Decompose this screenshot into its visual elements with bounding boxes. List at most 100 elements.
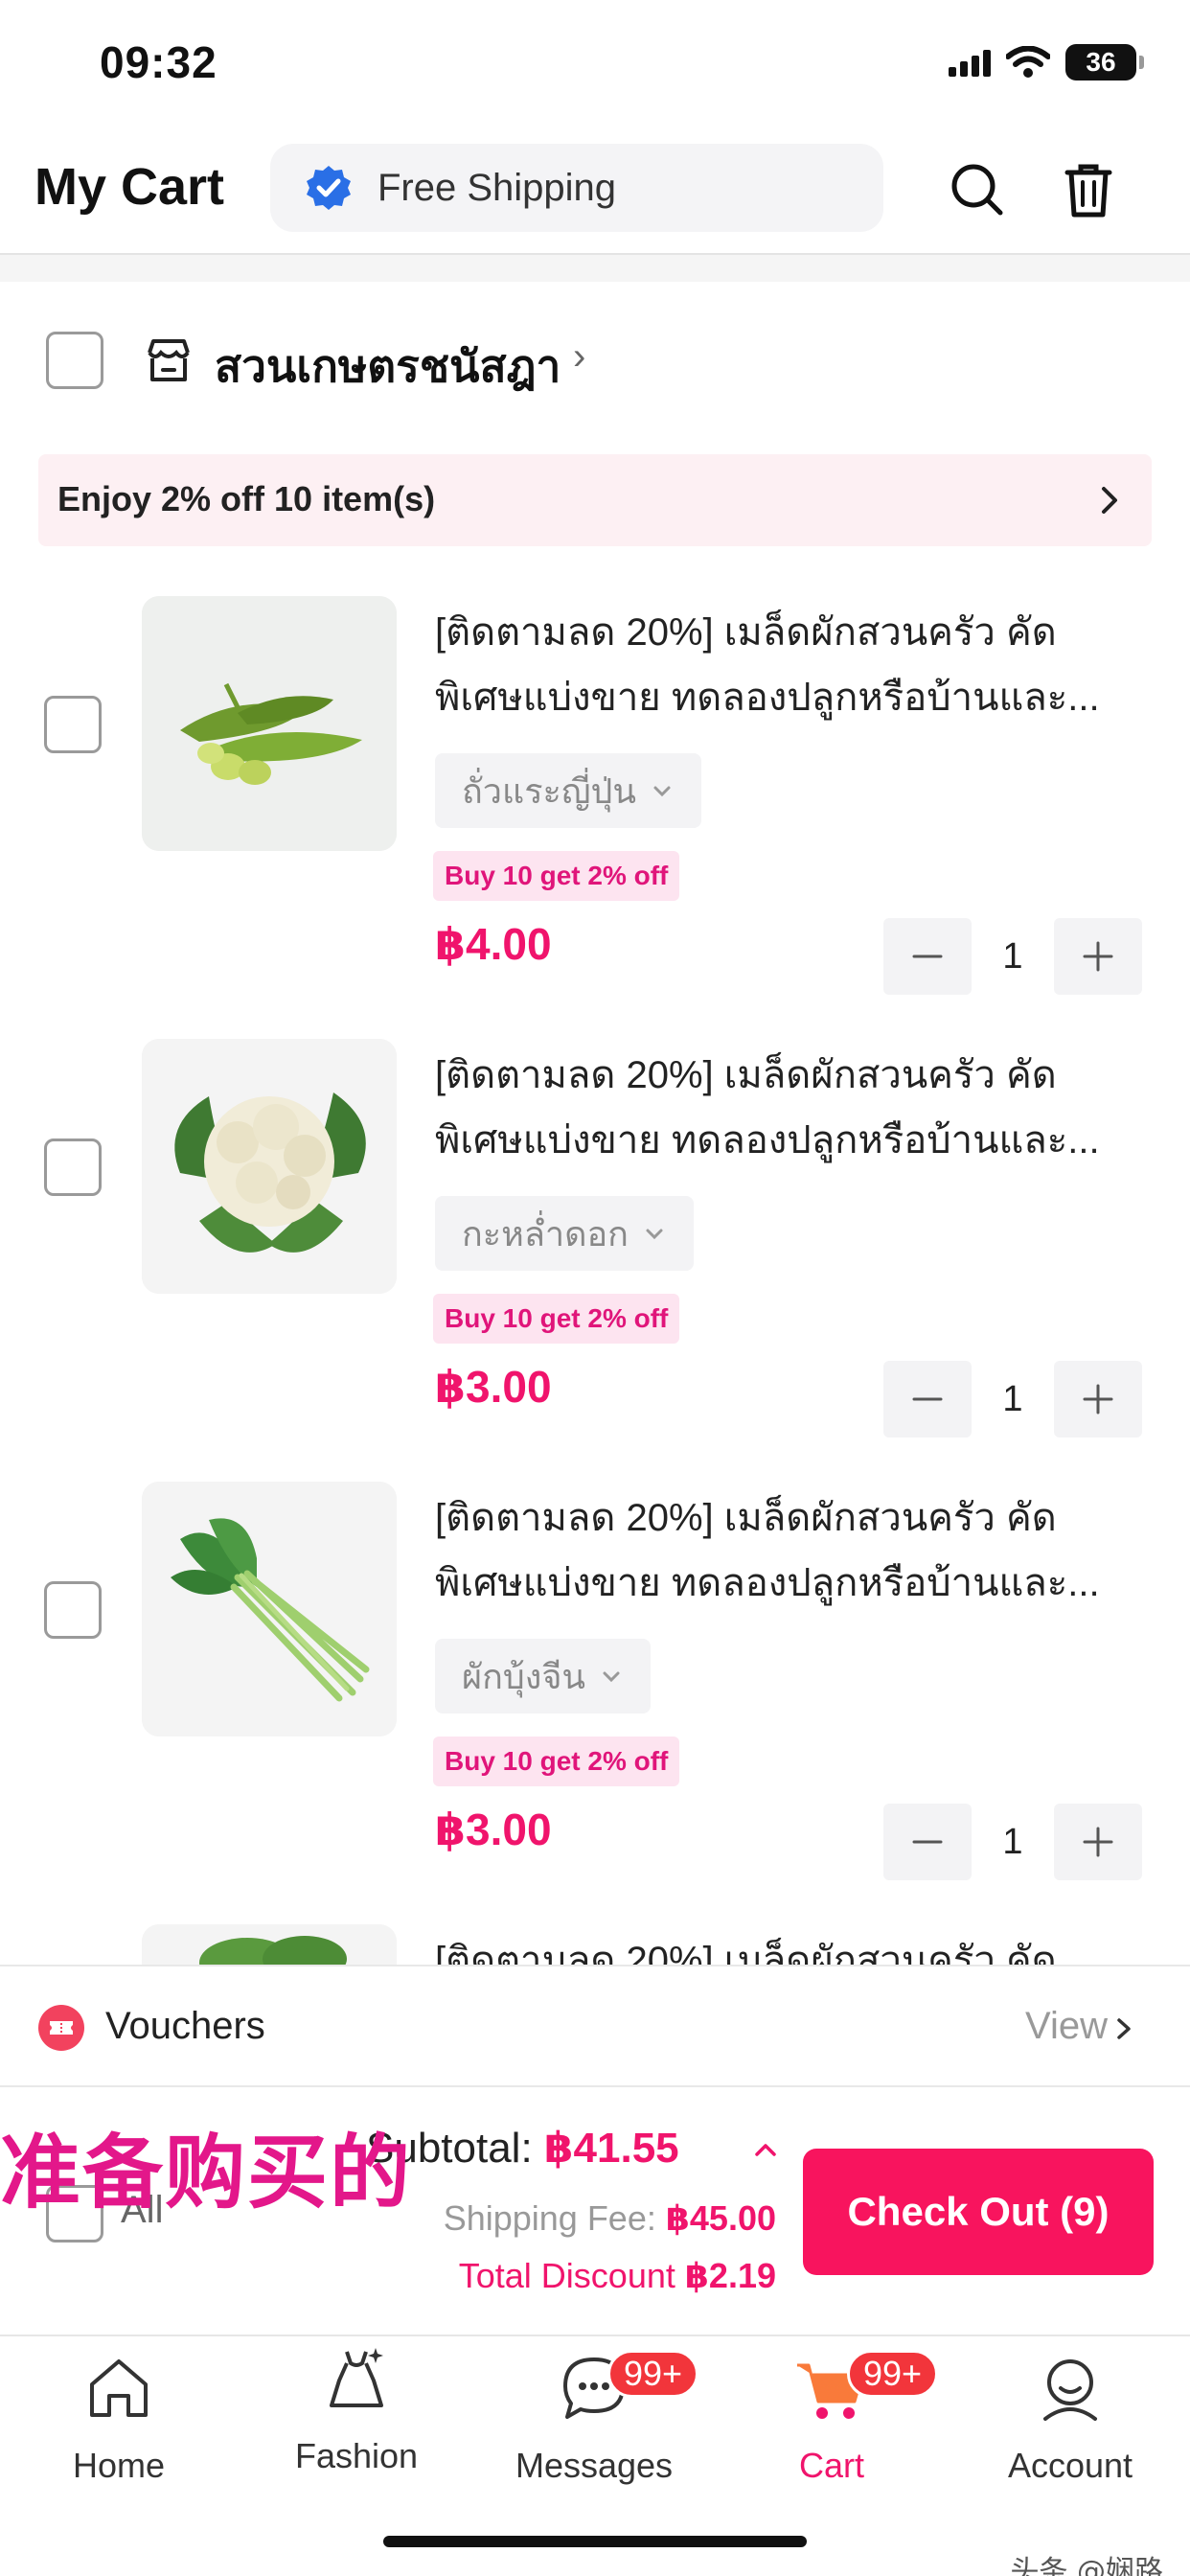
quantity-decrease-button[interactable] (883, 918, 972, 995)
edamame-image[interactable] (142, 596, 397, 851)
plus-icon (1083, 941, 1113, 972)
store-icon (148, 339, 190, 381)
tab-home[interactable]: Home (0, 2336, 238, 2509)
quantity-increase-button[interactable] (1054, 1361, 1142, 1438)
user-icon (1043, 2359, 1097, 2421)
home-icon (90, 2359, 148, 2417)
store-name[interactable]: สวนเกษตรชนัสฎา (215, 332, 561, 402)
variant-label: ผักบุ้งจีน (462, 1656, 586, 1696)
cart-item: [ติดตามลด 20%] เมล็ดผักสวนครัว คัดพิเศษแ… (0, 596, 1190, 1037)
cart-item: [ติดตามลด 20%] เมล็ดผักสวนครัว คัดพิเศษแ… (0, 1039, 1190, 1480)
variant-selector[interactable]: ผักบุ้งจีน (435, 1639, 652, 1714)
minus-icon (912, 1840, 943, 1844)
chevron-down-icon (653, 786, 671, 797)
deal-badge: Buy 10 get 2% off (433, 851, 680, 901)
item-checkbox[interactable] (44, 1581, 102, 1639)
signal-icon (949, 48, 991, 77)
quantity-value[interactable]: 1 (972, 918, 1054, 995)
minus-icon (912, 1397, 943, 1401)
corner-watermark: 头条 @娴路 (1010, 2555, 1163, 2576)
item-title[interactable]: [ติดตามลด 20%] เมล็ดผักสวนครัว คัดพิเศษแ… (435, 1043, 1134, 1173)
store-checkbox[interactable] (46, 332, 103, 389)
subtotal-value: ฿41.55 (543, 2125, 679, 2172)
dress-icon (330, 2348, 383, 2407)
quantity-value[interactable]: 1 (972, 1804, 1054, 1880)
vouchers-label: Vouchers (105, 2005, 265, 2047)
chevron-right-icon (1102, 487, 1117, 514)
cauliflower-image[interactable] (142, 1039, 397, 1294)
checkout-bar: All Subtotal: ฿41.55 Shipping Fee: ฿45.0… (0, 2089, 1190, 2333)
status-time: 09:32 (100, 37, 217, 87)
chevron-down-icon (603, 1671, 620, 1683)
battery-icon: 36 (1065, 44, 1144, 80)
tab-cart[interactable]: 99+ Cart (713, 2336, 950, 2509)
vouchers-view-link[interactable]: View (1025, 2005, 1108, 2048)
chevron-right-icon[interactable] (1108, 2012, 1140, 2045)
item-price: ฿4.00 (435, 919, 552, 969)
tab-label: Fashion (294, 2436, 419, 2475)
variant-selector[interactable]: ถั่วแระญี่ปุ่น (435, 753, 702, 828)
chevron-up-icon[interactable] (751, 2135, 780, 2164)
variant-label: กะหล่ำดอก (462, 1213, 629, 1254)
variant-selector[interactable]: กะหล่ำดอก (435, 1196, 694, 1271)
verified-badge-icon (307, 166, 351, 210)
quantity-value[interactable]: 1 (972, 1361, 1054, 1438)
page-title: My Cart (34, 158, 225, 216)
voucher-icon (38, 2005, 84, 2051)
trash-icon[interactable] (1058, 159, 1119, 220)
tab-fashion[interactable]: Fashion (238, 2336, 475, 2509)
store-row: สวนเกษตรชนัสฎา › (0, 316, 1190, 402)
wifi-icon (1006, 46, 1050, 78)
morning-glory-image[interactable] (142, 1482, 397, 1736)
item-price: ฿3.00 (435, 1362, 552, 1412)
tab-label: Home (72, 2446, 166, 2485)
item-title[interactable]: [ติดตามลด 20%] เมล็ดผักสวนครัว คัด (435, 1928, 1134, 1965)
tab-label: Messages (515, 2446, 674, 2485)
chevron-down-icon (646, 1229, 663, 1240)
free-shipping-banner[interactable]: Free Shipping (270, 144, 883, 232)
cart-item: [ติดตามลด 20%] เมล็ดผักสวนครัว คัดพิเศษแ… (0, 1482, 1190, 1922)
cart-badge: 99+ (847, 2350, 939, 2398)
shipping-fee-label: Shipping Fee: (443, 2198, 666, 2238)
shipping-fee-value: ฿45.00 (665, 2198, 776, 2238)
quantity-increase-button[interactable] (1054, 1804, 1142, 1880)
deal-badge: Buy 10 get 2% off (433, 1736, 680, 1786)
store-promo-text: Enjoy 2% off 10 item(s) (57, 479, 436, 518)
product-image[interactable] (142, 1924, 397, 1965)
status-icons: 36 (949, 44, 1144, 80)
item-price: ฿3.00 (435, 1805, 552, 1854)
minus-icon (912, 954, 943, 958)
messages-badge: 99+ (607, 2350, 699, 2398)
subtotal: Subtotal: ฿41.55 (366, 2124, 679, 2173)
item-title[interactable]: [ติดตามลด 20%] เมล็ดผักสวนครัว คัดพิเศษแ… (435, 1485, 1134, 1616)
tab-account[interactable]: Account (950, 2336, 1190, 2509)
tab-label: Account (1007, 2446, 1133, 2485)
search-icon[interactable] (947, 159, 1008, 220)
checkout-button[interactable]: Check Out (9) (803, 2149, 1154, 2275)
store-promo-bar[interactable]: Enjoy 2% off 10 item(s) (38, 454, 1152, 546)
item-checkbox[interactable] (44, 1138, 102, 1196)
status-bar: 09:32 36 (0, 0, 1190, 125)
tab-label: Cart (798, 2446, 864, 2485)
free-shipping-label: Free Shipping (378, 166, 617, 209)
plus-icon (1083, 1827, 1113, 1857)
overlay-annotation-text: 准备购买的 (0, 2126, 413, 2220)
quantity-increase-button[interactable] (1054, 918, 1142, 995)
total-discount-label: Total Discount (458, 2256, 685, 2295)
section-gap (0, 255, 1190, 282)
tab-messages[interactable]: 99+ Messages (475, 2336, 713, 2509)
deal-badge: Buy 10 get 2% off (433, 1294, 680, 1344)
cart-item: [ติดตามลด 20%] เมล็ดผักสวนครัว คัด (0, 1924, 1190, 1965)
variant-label: ถั่วแระญี่ปุ่น (462, 770, 637, 811)
home-indicator[interactable] (383, 2536, 807, 2547)
total-discount: Total Discount ฿2.19 (459, 2256, 776, 2296)
total-discount-value: ฿2.19 (684, 2256, 776, 2295)
cart-header: My Cart Free Shipping (0, 134, 1190, 249)
vouchers-row[interactable]: Vouchers View (0, 1965, 1190, 2087)
item-checkbox[interactable] (44, 696, 102, 753)
quantity-decrease-button[interactable] (883, 1804, 972, 1880)
quantity-decrease-button[interactable] (883, 1361, 972, 1438)
store-chevron-icon[interactable]: › (573, 335, 585, 379)
item-title[interactable]: [ติดตามลด 20%] เมล็ดผักสวนครัว คัดพิเศษแ… (435, 600, 1134, 730)
shipping-fee: Shipping Fee: ฿45.00 (444, 2198, 776, 2239)
